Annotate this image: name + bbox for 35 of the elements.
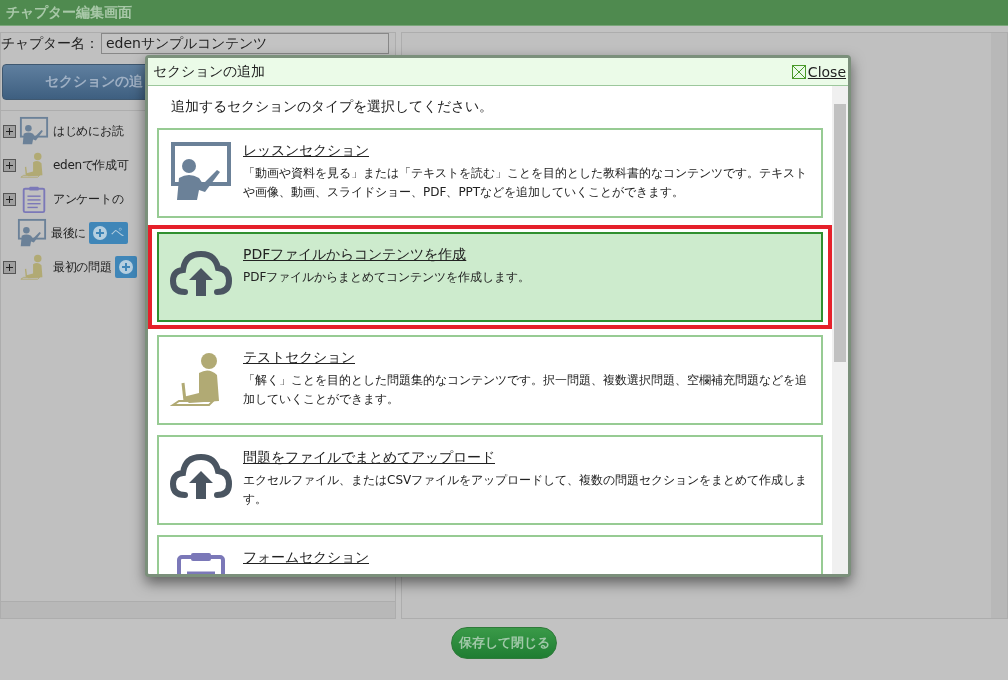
option-title[interactable]: PDFファイルからコンテンツを作成	[243, 246, 467, 264]
expand-icon[interactable]	[3, 192, 16, 206]
tree-item[interactable]: はじめにお読	[53, 122, 124, 140]
tree-item[interactable]: 最初の問題	[53, 258, 112, 276]
section-option[interactable]: 問題をファイルでまとめてアップロード エクセルファイル、またはCSVファイルをアップロードして、複数の問題セクションをまとめて作成します。	[157, 435, 823, 525]
expand-icon[interactable]	[3, 124, 16, 138]
add-button[interactable]	[114, 256, 137, 278]
expand-icon[interactable]	[3, 158, 16, 172]
section-option[interactable]: テストセクション 「解く」ことを目的とした問題集的なコンテンツです。択一問題、複数選択問題、空欄補充問題などを追加していくことができます。	[157, 335, 823, 425]
section-option[interactable]: レッスンセクション 「動画や資料を見る」または「テキストを読む」ことを目的とした教科書的なコンテンツです。テキストや画像、動画、スライドショー、PDF、PPTなどを追加していくことができます。	[157, 128, 823, 218]
option-description: PDFファイルからまとめてコンテンツを作成します。	[243, 269, 531, 286]
chapter-name-label: チャプター名：	[1, 34, 99, 53]
option-title[interactable]: 問題をファイルでまとめてアップロード	[243, 449, 495, 467]
teacher-board-icon	[17, 218, 47, 248]
chapter-name-field[interactable]: edenサンプルコンテンツ	[101, 33, 389, 54]
tree-item[interactable]: 最後に	[51, 224, 87, 242]
plus-icon	[118, 260, 133, 274]
option-description: 「解く」ことを目的とした問題集的なコンテンツです。択一問題、複数選択問題、空欄補充問題などを追加していくことができます。	[243, 372, 808, 408]
option-title[interactable]: レッスンセクション	[243, 142, 369, 160]
close-link[interactable]: Close	[791, 63, 846, 80]
tree-item[interactable]: edenで作成可	[53, 156, 129, 174]
section-option[interactable]: フォームセクション	[157, 535, 823, 574]
option-title[interactable]: テストセクション	[243, 349, 355, 367]
instruction-text: 追加するセクションのタイプを選択してください。	[170, 97, 494, 116]
expand-icon[interactable]	[3, 260, 16, 274]
section-option[interactable]: PDFファイルからコンテンツを作成 PDFファイルからまとめてコンテンツを作成します。	[157, 232, 823, 322]
option-title[interactable]: フォームセクション	[243, 549, 369, 567]
vertical-scrollbar[interactable]	[832, 86, 848, 574]
close-icon	[791, 64, 806, 79]
option-description: エクセルファイル、またはCSVファイルをアップロードして、複数の問題セクションをまとめて作成します。	[243, 472, 809, 508]
plus-icon	[93, 226, 108, 240]
tree-item[interactable]: アンケートの	[53, 190, 124, 208]
teacher-board-icon	[19, 116, 49, 146]
option-description: 「動画や資料を見る」または「テキストを読む」ことを目的とした教科書的なコンテンツです。テキストや画像、動画、スライドショー、PDF、PPTなどを追加していくことができます。	[243, 165, 808, 201]
window-title: チャプター編集画面	[6, 3, 132, 22]
